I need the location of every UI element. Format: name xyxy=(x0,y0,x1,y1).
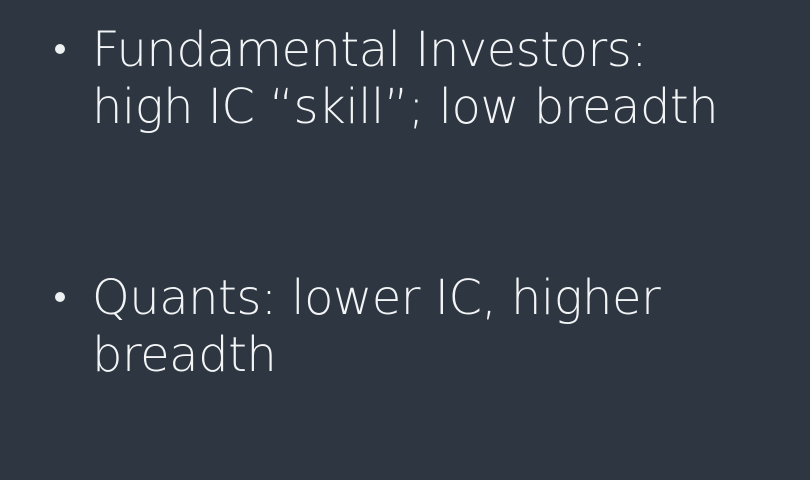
bullet-line: Quants: lower IC, higher xyxy=(92,270,661,326)
slide: Fundamental Investors: high IC “skill”; … xyxy=(0,0,810,480)
bullet-text: Fundamental Investors: high IC “skill”; … xyxy=(92,22,772,136)
bullet-point-icon xyxy=(55,292,65,302)
bullet-text: Quants: lower IC, higher breadth xyxy=(92,270,772,384)
bullet-line: breadth xyxy=(92,327,277,383)
bullet-line: high IC “skill”; low breadth xyxy=(92,79,719,135)
bullet-line: Fundamental Investors: xyxy=(92,22,647,78)
bullet-point-icon xyxy=(55,44,65,54)
